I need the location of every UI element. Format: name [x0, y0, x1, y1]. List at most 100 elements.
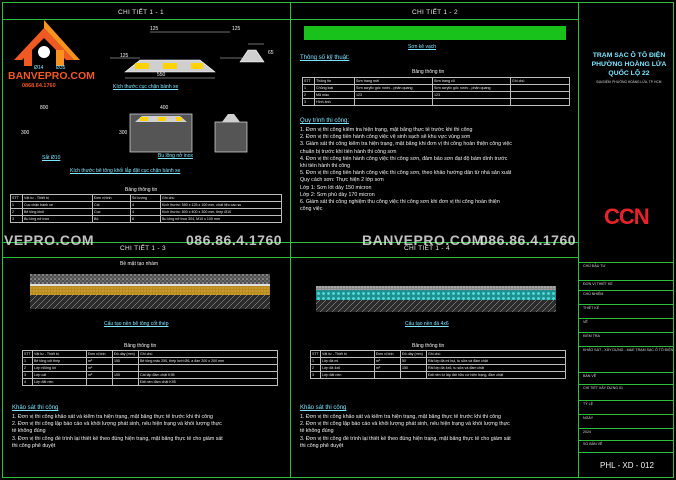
- note-line: thi công phê duyệt: [300, 442, 344, 449]
- table-header-cell: Độ dày (mm): [400, 350, 427, 358]
- concrete-section: [30, 274, 270, 309]
- panel-1-1-table-title: Bảng thông tin: [125, 187, 158, 193]
- table-cell: 150: [112, 357, 139, 365]
- note-line: 1. Đơn vị thi công khảo sát và kiểm tra …: [300, 414, 501, 420]
- logo-dim-2: Ø35: [56, 65, 66, 71]
- title-block-row: [579, 262, 674, 263]
- project-line-1: TRẠM SẠC Ô TÔ ĐIỆN: [592, 52, 666, 59]
- survey-heading-13: Khảo sát thi công: [12, 405, 59, 411]
- table-row: 1 Bê tông cốt thép m³ 150 Bê tông mác 250, t…: [22, 357, 278, 365]
- table-row: 3 Bu lông nở inox Bộ 8 Bu lông nở inox 304, …: [10, 215, 282, 223]
- note-line: 4. Đơn vị thi công tiến hành công việc t…: [300, 155, 508, 162]
- table-cell: 2: [10, 208, 23, 216]
- title-block-row: [579, 332, 674, 333]
- table-row: 1 Chủng loại Sơn acrylic gốc nước - phản q…: [302, 84, 570, 92]
- table-cell: Lớp đá 4x6: [320, 364, 375, 372]
- drawing-sheet: BANVEPRO.COM 0868.64.1760 CHI TIẾT 1 - 1…: [0, 0, 676, 480]
- table-cell: 1: [302, 84, 315, 92]
- note-line: công việc: [300, 206, 323, 213]
- note-line: Quy cách sơn: Thực hiện 2 lớp sơn: [300, 177, 384, 184]
- company-logo: CCN: [604, 204, 650, 229]
- table-cell: 1: [10, 201, 23, 209]
- note-line: 2. Đơn vị thi công lập báo cáo và khối l…: [12, 421, 222, 428]
- watermark-3: BANVEPRO.COM: [362, 232, 484, 248]
- title-block-label: CHI TIẾT XÂY DỰNG 01: [583, 386, 624, 390]
- title-block-label: KHẢO SÁT - XÂY DỰNG - M&E TRẠM SẠC Ô TÔ …: [583, 348, 674, 352]
- table-header-cell: Đơn vị tính: [92, 194, 131, 202]
- table-cell: 50: [400, 357, 427, 365]
- dim-side-2: 65: [268, 50, 274, 56]
- title-block-row: [579, 440, 674, 441]
- table-cell: 8: [130, 215, 161, 223]
- table-header-cell: STT: [302, 77, 315, 85]
- panel-1-2-title: CHI TIẾT 1 - 2: [412, 9, 458, 16]
- project-line-3: QUỐC LỘ 22: [608, 70, 650, 77]
- table-cell: Rải lớp đá mi bụi, tu sửa và đầm chặt: [426, 357, 566, 365]
- table-cell: Kích thước: 550 x 125 x 100 mm, chất liệ…: [160, 201, 282, 209]
- table-header-cell: STT: [10, 194, 23, 202]
- note-line: Lớp 2: Sơn phủ dày 170 micron: [300, 191, 375, 198]
- table-cell: [86, 378, 113, 386]
- table-cell: Lớp cát: [32, 371, 87, 379]
- table-cell: Sơn acrylic gốc nước - phản quang: [432, 84, 511, 92]
- table-row: 1 Cục chặn bánh xe Cái 4 Kích thước: 550 x 1…: [10, 201, 282, 209]
- paint-line-sample: [304, 26, 566, 40]
- dim-mid-4: 300: [119, 130, 128, 136]
- table-cell: 100: [112, 371, 139, 379]
- vertical-divider: [290, 2, 291, 478]
- title-block-label: TỶ LỆ: [583, 402, 593, 406]
- table-header-row: STT Vật tư - Thiết bị Đơn vị tính Độ dày (m…: [310, 350, 566, 358]
- paint-label: Sơn kẻ vạch: [408, 44, 437, 50]
- table-header-cell: STT: [22, 350, 33, 358]
- note-line: 2. Đơn vị thi công tiến hành công việc v…: [300, 134, 471, 141]
- survey-heading-14: Khảo sát thi công: [300, 405, 347, 411]
- table-cell: Đất nền tự lấp đất hữu cơ hiện trạng, đầ…: [426, 371, 566, 379]
- panel-1-2-table: STT Thông tin Sơn trang mới Sơn trang cũ Ghi…: [302, 77, 570, 106]
- table-cell: Rải lớp đá 4x6, tu sửa và đầm chặt: [426, 364, 566, 372]
- dim-top-1: 125: [150, 26, 159, 32]
- stone-section: [316, 286, 556, 312]
- dim-mid-1: 800: [40, 105, 49, 111]
- panel-1-1-title: CHI TIẾT 1 - 1: [118, 9, 164, 16]
- title-block-label: NGÀY: [583, 416, 594, 420]
- table-cell: 1: [310, 357, 321, 365]
- panel-1-3-table-title: Bảng thông tin: [124, 343, 157, 349]
- caption-concrete-block: Kích thước bê tông khối lắp đặt cục chặn…: [70, 168, 181, 174]
- table-header-cell: Sơn trang cũ: [432, 77, 511, 85]
- table-cell: Bê tông khối: [22, 208, 93, 216]
- survey-notes-14: 1. Đơn vị thi công khảo sát và kiểm tra …: [300, 414, 574, 450]
- table-cell: m³: [86, 357, 113, 365]
- title-block-label: BẢN VẼ: [583, 374, 597, 378]
- table-cell: Chủng loại: [314, 84, 355, 92]
- dim-top-3: 550: [157, 72, 166, 78]
- title-block-divider: [578, 2, 579, 478]
- table-header-cell: Vật tư - Thiết bị: [22, 194, 93, 202]
- panel-1-3-title: CHI TIẾT 1 - 3: [120, 245, 166, 252]
- table-header-cell: Ghi chú: [160, 194, 282, 202]
- title-block-label: SỐ BẢN VẼ: [583, 442, 603, 446]
- table-cell: Bê tông cốt thép: [32, 357, 87, 365]
- table-header-cell: Thông tin: [314, 77, 355, 85]
- table-cell: Bu lông nở inox 304, M10 x 100 mm: [160, 215, 282, 223]
- table-cell: 2: [22, 364, 33, 372]
- table-cell: 3: [22, 371, 33, 379]
- table-cell: Cái: [92, 201, 131, 209]
- table-cell: Lớp đất nền: [32, 378, 87, 386]
- note-line: tế không đúng: [300, 428, 334, 435]
- logo-dim-1: Ø14: [34, 65, 44, 71]
- panel-1-1-table: STT Vật tư - Thiết bị Đơn vị tính Số lượng G…: [10, 194, 282, 223]
- title-block-row: [579, 372, 674, 373]
- note-line: Lớp 1: Sơn lót dày 150 micron: [300, 184, 372, 191]
- note-line: 6. Giám sát thi công nghiệm thu công việ…: [300, 199, 500, 206]
- process-heading: Quy trình thi công:: [300, 118, 350, 124]
- dim-mid-3: 300: [21, 130, 30, 136]
- note-line: 2. Đơn vị thi công lập báo cáo và khối l…: [300, 421, 510, 428]
- table-header-cell: Vật tư - Thiết bị: [32, 350, 87, 358]
- table-cell: Kích thước: 800 x 400 x 300 mm, thép Ø10: [160, 208, 282, 216]
- table-cell: Lớp đất nền: [320, 371, 375, 379]
- table-cell: Bộ: [92, 215, 131, 223]
- table-cell: [138, 364, 278, 372]
- watermark-2: 086.86.4.1760: [186, 232, 283, 248]
- process-notes: 1. Đơn vị thi công kiểm tra hiện trạng, …: [300, 127, 574, 213]
- title-block-row: [579, 414, 674, 415]
